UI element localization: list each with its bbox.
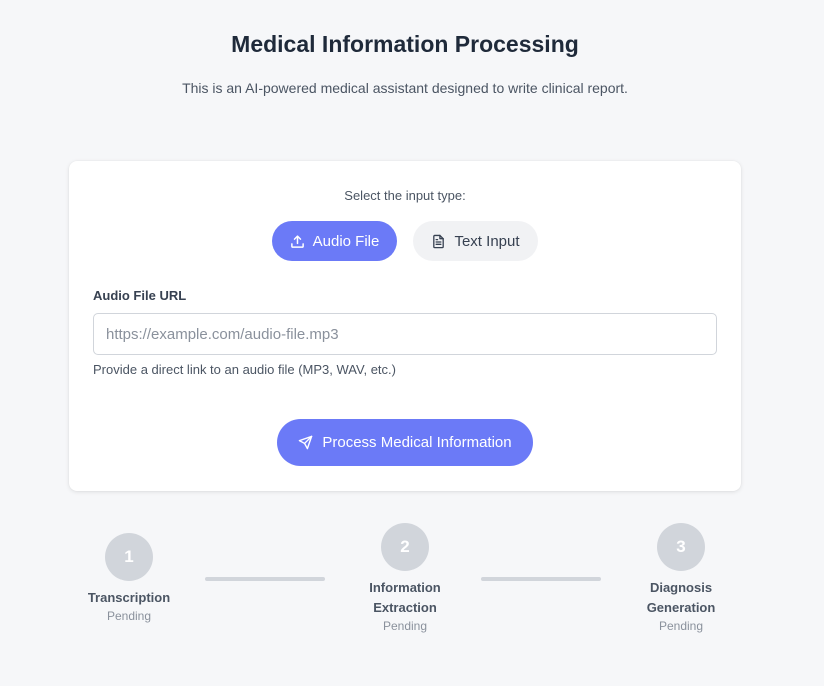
step-number: 2: [381, 523, 429, 571]
input-card: Select the input type: Audio File Text I…: [69, 161, 741, 491]
audio-url-label: Audio File URL: [93, 288, 187, 303]
audio-file-button[interactable]: Audio File: [272, 221, 397, 261]
document-icon: [433, 234, 445, 248]
step-name: Diagnosis Generation: [646, 580, 716, 615]
step-status: Pending: [106, 609, 152, 623]
step-connector: [205, 577, 325, 581]
step-information-extraction: 2 Information Extraction Pending: [345, 523, 465, 634]
step-number: 3: [657, 523, 705, 571]
input-type-toggle: Audio File Text Input: [272, 221, 538, 261]
audio-file-label: Audio File: [312, 232, 380, 250]
step-status: Pending: [658, 619, 704, 633]
text-input-label: Text Input: [454, 232, 520, 250]
send-icon: [299, 435, 313, 450]
process-button-label: Process Medical Information: [322, 434, 512, 451]
step-name: Information Extraction: [369, 580, 441, 615]
text-input-button[interactable]: Text Input: [413, 221, 538, 261]
page-subtitle: This is an AI-powered medical assistant …: [182, 80, 628, 96]
step-number: 1: [105, 533, 153, 581]
page-title: Medical Information Processing: [231, 31, 579, 57]
process-button[interactable]: Process Medical Information: [277, 419, 533, 466]
input-type-label: Select the input type:: [344, 188, 466, 203]
step-name: Transcription: [87, 590, 171, 605]
step-diagnosis-generation: 3 Diagnosis Generation Pending: [621, 523, 741, 634]
step-connector: [481, 577, 601, 581]
audio-url-helper: Provide a direct link to an audio file (…: [93, 362, 396, 377]
step-status: Pending: [382, 619, 428, 633]
audio-url-input[interactable]: [93, 313, 717, 355]
upload-icon: [290, 234, 304, 248]
step-transcription: 1 Transcription Pending: [69, 533, 189, 624]
